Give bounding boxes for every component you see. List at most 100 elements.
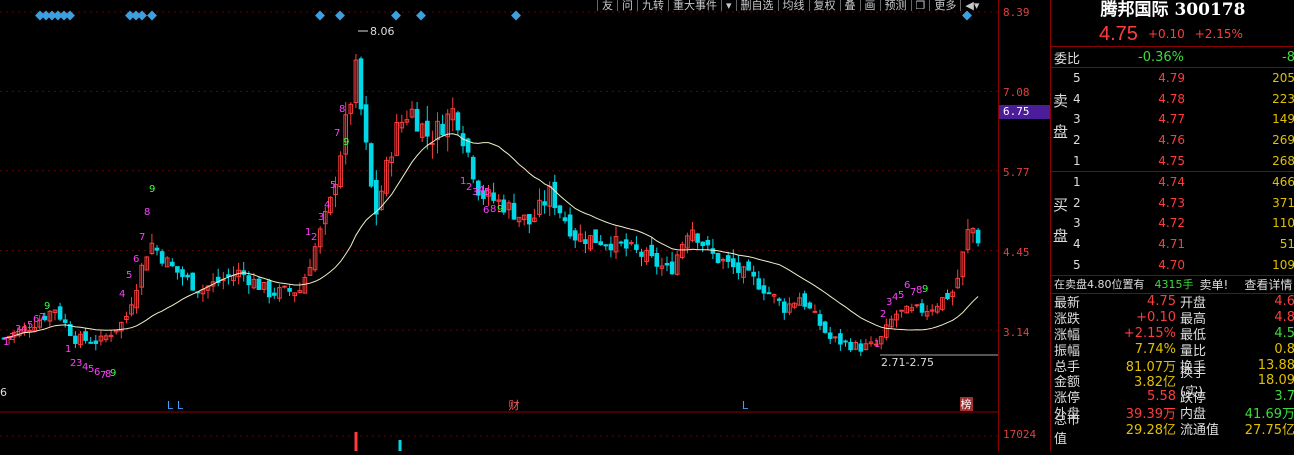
toolbar-overlay-button[interactable]: 叠 — [839, 0, 860, 11]
sell-level-row[interactable]: 1 4.75 268 — [1051, 150, 1294, 171]
buy-orderbook: 买盘 1 4.74 466 2 4.73 371 3 4.72 110 4 4.71 51 5 4.70 1… — [1051, 172, 1294, 276]
toolbar-nine-turn-button[interactable]: 九转 — [637, 0, 668, 11]
volume-tick: 17024 — [1003, 428, 1037, 441]
toolbar-dropdown-arrow-icon[interactable]: ▾ — [721, 0, 736, 11]
toolbar-remove-watchlist-button[interactable]: 删自选 — [735, 0, 778, 11]
event-marker-icon — [511, 10, 521, 21]
stat-value: 18.09 — [1257, 373, 1294, 389]
nine-turn-digit: 9 — [149, 184, 155, 195]
buy-level-row[interactable]: 2 4.73 371 — [1051, 193, 1294, 214]
candle-body — [62, 319, 68, 323]
candle-body — [246, 275, 252, 286]
candle-body — [470, 156, 476, 180]
toolbar-adjust-button[interactable]: 复权 — [808, 0, 840, 11]
candle-body — [725, 255, 731, 262]
sell-level-row[interactable]: 5 4.79 205 — [1051, 68, 1294, 89]
toolbar-speaker-icon[interactable]: ◀▾ — [960, 0, 983, 11]
moving-average-line — [3, 133, 979, 339]
sell-level-price: 4.78 — [1158, 91, 1185, 106]
stat-value: 29.28亿 — [1125, 422, 1176, 438]
event-marker: L — [167, 399, 174, 412]
price-change: +0.10 — [1147, 27, 1185, 41]
nine-turn-digit: 8 — [339, 104, 345, 115]
sell-level-row[interactable]: 3 4.77 149 — [1051, 109, 1294, 130]
candle-body — [542, 201, 547, 206]
buy-level-row[interactable]: 5 4.70 109 — [1051, 254, 1294, 275]
stat-value: 13.88 — [1257, 357, 1294, 373]
nine-turn-digit: 9 — [343, 137, 349, 148]
price-axis: 8.39 7.08 6.75 5.77 4.45 3.14 17024 — [998, 0, 1051, 451]
candle-body — [511, 202, 517, 220]
price-tick: 7.08 — [1003, 86, 1030, 99]
toolbar-forecast-button[interactable]: 预测 — [879, 0, 911, 11]
buy-level-volume: 371 — [1272, 195, 1294, 210]
current-price-marker: 6.75 — [999, 105, 1051, 119]
kline-canvas[interactable]: 8.062.71-2.756L L 财 L 榜1 23 4 56 7912 3 4 5 6 7894567… — [0, 0, 998, 451]
candle-body — [154, 247, 160, 251]
candle-body — [374, 179, 379, 215]
candle-body — [975, 229, 981, 244]
nine-turn-digit: 5 — [126, 270, 132, 281]
weibi-row: 委比 -0.36% -8 — [1051, 47, 1294, 68]
sell-label: 卖盘 — [1053, 92, 1069, 141]
price-change-pct: +2.15% — [1194, 27, 1243, 41]
stock-title: 腾邦国际 300178 — [1100, 0, 1246, 20]
high-price-label: 8.06 — [370, 25, 395, 38]
candle-body — [919, 303, 925, 313]
candle-body — [945, 292, 950, 300]
buy-level-row[interactable]: 3 4.72 110 — [1051, 213, 1294, 234]
candle-body — [455, 112, 461, 131]
candle-body — [838, 333, 843, 345]
toolbar-window-icon[interactable]: ❐ — [910, 0, 930, 11]
candle-body — [93, 340, 99, 344]
candle-body — [827, 332, 833, 339]
nine-turn-digit: 6 — [483, 205, 489, 216]
kline-chart[interactable]: 8.06 2.71-2.75 6 L L 财 L 榜 1 2 3 4 5 6 7 9 1 2 3 4 5 6 7 8 9 4 5 6 7… — [0, 0, 998, 451]
notice-type: 卖单! — [1199, 277, 1229, 292]
candle-body — [623, 239, 629, 249]
candle-body — [782, 301, 787, 313]
sell-level-row[interactable]: 4 4.78 223 — [1051, 89, 1294, 110]
candle-body — [736, 262, 741, 273]
nine-turn-digit: 9 — [44, 301, 50, 312]
stat-value: 4.75 — [1147, 294, 1176, 310]
nine-turn-digit: 4 — [119, 289, 125, 300]
event-marker-icon — [962, 10, 972, 21]
buy-level-volume: 51 — [1279, 237, 1294, 252]
candle-body — [802, 293, 808, 307]
toolbar-more-button[interactable]: 更多 — [929, 0, 960, 11]
price-tick: 5.77 — [1003, 166, 1030, 179]
candle-body — [700, 241, 706, 246]
candle-body — [425, 120, 430, 137]
stat-value: 4.8 — [1274, 310, 1294, 326]
candle-body — [272, 292, 277, 296]
candle-body — [363, 104, 369, 143]
last-price: 4.75 — [1099, 22, 1138, 45]
toolbar-ask-button[interactable]: 问 — [617, 0, 637, 11]
nine-turn-digit: 7 — [334, 128, 340, 139]
price-row: 4.75 +0.10 +2.15% — [1051, 22, 1294, 47]
candle-body — [88, 341, 94, 344]
stat-value: 7.74% — [1134, 341, 1176, 357]
stat-value: +0.10 — [1136, 310, 1176, 326]
candle-body — [695, 233, 700, 243]
candle-body — [180, 269, 185, 278]
candle-body — [669, 261, 675, 275]
notice-detail-link[interactable]: 查看详情 — [1244, 276, 1292, 293]
toolbar-draw-button[interactable]: 画 — [859, 0, 880, 11]
candle-body — [170, 261, 175, 267]
buy-level-row[interactable]: 4 4.71 51 — [1051, 234, 1294, 255]
buy-level-row[interactable]: 1 4.74 466 — [1051, 172, 1294, 193]
candle-body — [603, 244, 609, 247]
toolbar-major-events-button[interactable]: 重大事件 — [668, 0, 721, 11]
candle-body — [598, 241, 604, 246]
nine-turn-digit: 6 — [133, 254, 139, 265]
toolbar-friend-button[interactable]: 友 — [597, 0, 617, 11]
toolbar-moving-average-button[interactable]: 均线 — [777, 0, 809, 11]
event-marker: 财 — [509, 398, 520, 412]
candle-body — [440, 123, 445, 136]
sell-level-row[interactable]: 2 4.76 269 — [1051, 130, 1294, 151]
candle-body — [491, 192, 496, 201]
candle-body — [527, 214, 532, 225]
candle-body — [368, 143, 374, 187]
